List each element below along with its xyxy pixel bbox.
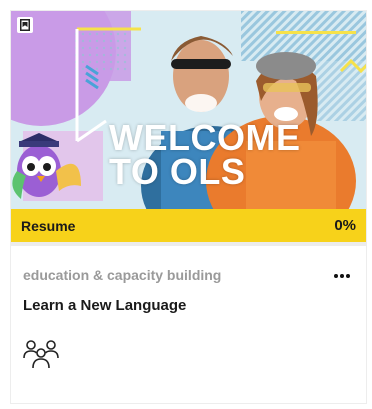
course-banner-image[interactable]: WELCOME TO OLS <box>11 11 366 209</box>
banner-headline: WELCOME TO OLS <box>109 117 301 192</box>
course-title[interactable]: Learn a New Language <box>23 297 186 314</box>
course-category: education & capacity building <box>23 267 222 283</box>
progress-percent: 0% <box>334 217 356 234</box>
group-icon <box>23 338 59 370</box>
bookmark-icon[interactable] <box>17 17 33 33</box>
banner-headline-line2: TO OLS <box>109 151 246 192</box>
more-options-icon[interactable] <box>334 273 350 279</box>
progress-track <box>11 242 366 246</box>
course-card[interactable]: WELCOME TO OLS Resume 0% education & cap… <box>10 10 367 404</box>
banner-headline-line1: WELCOME <box>109 117 301 158</box>
resume-button[interactable]: Resume <box>21 218 75 234</box>
progress-bar[interactable]: Resume 0% <box>11 209 366 242</box>
